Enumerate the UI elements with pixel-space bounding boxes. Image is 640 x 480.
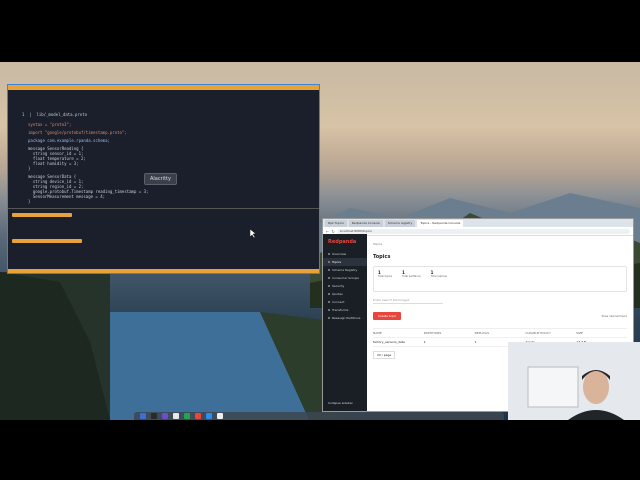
transforms-icon <box>328 309 330 311</box>
stats-panel: 1 Total topics 1 Total partitions 1 Total r… <box>373 266 627 292</box>
code-line: SensorMeasurement message = 4; <box>28 194 106 199</box>
breadcrumb: Topics <box>373 242 383 246</box>
browser-tab-active[interactable]: Topics - Redpanda Console <box>417 220 464 227</box>
forest <box>0 272 110 420</box>
back-arrow-icon[interactable]: ← <box>326 229 329 234</box>
finder-icon[interactable] <box>140 413 146 419</box>
show-internal-toggle[interactable]: Show internal topics <box>602 315 627 318</box>
overview-icon <box>328 253 330 255</box>
sidebar-item-overview[interactable]: Overview <box>323 250 367 258</box>
stat-total-partitions: 1 Total partitions <box>402 270 421 278</box>
sidebar-item-reassign-partitions[interactable]: Reassign Partitions <box>323 314 367 322</box>
code-line: syntax = "proto3"; <box>28 122 72 127</box>
terminal-status-bar <box>8 85 319 90</box>
code-line: package com.example.rpanda.schema; <box>28 138 110 143</box>
mouse-cursor-icon <box>250 229 256 238</box>
create-topic-button[interactable]: Create topic <box>373 312 402 320</box>
prompt-bar <box>12 213 72 217</box>
app-icon[interactable] <box>184 413 190 419</box>
app-icon[interactable] <box>173 413 179 419</box>
shield-icon <box>328 285 330 287</box>
browser-tab[interactable]: Redpanda Console <box>348 220 383 227</box>
app-icon[interactable] <box>195 413 201 419</box>
schema-icon <box>328 269 330 271</box>
prompt-bar <box>12 239 82 243</box>
address-bar-row: ← ↻ localhost:8080/topics <box>323 227 633 236</box>
pane-divider <box>8 208 319 209</box>
sidebar-item-quotas[interactable]: Quotas <box>323 290 367 298</box>
sidebar-item-consumer-groups[interactable]: Consumer Groups <box>323 274 367 282</box>
sidebar-item-topics[interactable]: Topics <box>323 258 367 266</box>
table-header: NAME PARTITIONS REPLICAS CLEANUP POLICY SIZE <box>373 329 627 338</box>
code-line: import "google/protobuf/timestamp.proto"… <box>28 130 127 135</box>
url-input[interactable]: localhost:8080/topics <box>336 228 630 234</box>
sidebar-item-transforms[interactable]: Transforms <box>323 306 367 314</box>
browser-tab[interactable]: Schema registry <box>384 220 416 227</box>
reload-icon[interactable]: ↻ <box>331 229 334 234</box>
presenter-video <box>527 366 624 420</box>
code-line: float humidity = 3; <box>28 161 79 166</box>
sidebar: Redpanda Overview Topics Schema Registry… <box>323 234 367 411</box>
consumer-icon <box>328 277 330 279</box>
connect-icon <box>328 301 330 303</box>
stat-total-replicas: 1 Total replicas <box>430 270 447 278</box>
sidebar-item-schema-registry[interactable]: Schema Registry <box>323 266 367 274</box>
app-icon[interactable] <box>162 413 168 419</box>
code-line: } <box>28 166 31 171</box>
tmux-status-bar <box>8 269 319 273</box>
sidebar-item-security[interactable]: Security <box>323 282 367 290</box>
reassign-icon <box>328 317 330 319</box>
page-size-select[interactable]: 20 / page <box>373 351 396 359</box>
dock <box>134 412 504 420</box>
code-header: 1 | lib/_model_data.proto <box>22 112 88 117</box>
topics-icon <box>328 261 330 263</box>
sidebar-item-connect[interactable]: Connect <box>323 298 367 306</box>
app-icon[interactable] <box>206 413 212 419</box>
page-title: Topics <box>373 254 391 260</box>
quotas-icon <box>328 293 330 295</box>
app-icon[interactable] <box>217 413 223 419</box>
brand-logo: Redpanda <box>328 239 357 245</box>
terminal-icon[interactable] <box>151 413 157 419</box>
stat-total-topics: 1 Total topics <box>378 270 393 278</box>
collapse-sidebar-button[interactable]: Collapse sidebar <box>323 399 358 407</box>
code-line: } <box>28 199 31 204</box>
tab-strip: Rpk Topics Redpanda Console Schema regis… <box>323 219 633 227</box>
browser-tab[interactable]: Rpk Topics <box>325 220 347 227</box>
app-tooltip: Alacritty <box>144 173 177 185</box>
webcam-overlay <box>508 342 640 420</box>
